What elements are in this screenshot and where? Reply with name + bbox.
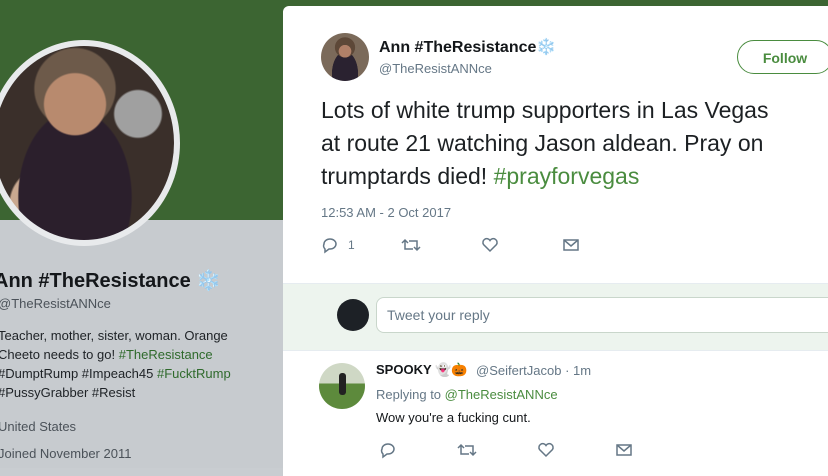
- tweet-text-line: trumptards died! #prayforvegas: [321, 160, 828, 193]
- heart-icon: [482, 237, 498, 253]
- retweet-action[interactable]: [457, 441, 477, 459]
- tweet-modal: Ann #TheResistance❄️ @TheResistANNce Fol…: [283, 6, 828, 476]
- avatar-figure: [339, 373, 346, 395]
- author-handle[interactable]: @TheResistANNce: [379, 61, 492, 76]
- retweet-icon: [457, 443, 477, 457]
- profile-name: Ann #TheResistance ❄️: [0, 268, 221, 293]
- reply-count: 1: [348, 238, 355, 252]
- profile-bio: Teacher, mother, sister, woman. Orange C…: [0, 326, 238, 402]
- author-name[interactable]: Ann #TheResistance❄️: [379, 37, 556, 57]
- snowflake-icon: ❄️: [196, 270, 222, 292]
- bio-hashtag[interactable]: #TheResistance: [119, 347, 213, 362]
- reply-action[interactable]: [379, 441, 397, 459]
- reply-action[interactable]: 1: [321, 236, 355, 254]
- retweet-icon: [401, 238, 421, 252]
- bio-line: Teacher, mother, sister, woman. Orange: [0, 328, 228, 343]
- tweet-hashtag[interactable]: #prayforvegas: [494, 163, 640, 189]
- envelope-icon: [616, 444, 632, 456]
- follow-button[interactable]: Follow: [737, 40, 828, 74]
- retweet-action[interactable]: [401, 236, 421, 254]
- current-user-avatar: [337, 299, 369, 331]
- reply-icon: [380, 443, 395, 459]
- bio-line: #DumptRump #Impeach45: [0, 366, 154, 381]
- heart-icon: [538, 442, 554, 458]
- profile-handle: @TheResistANNce: [0, 296, 111, 311]
- like-action[interactable]: [481, 236, 499, 254]
- tweet-text-line: Lots of white trump supporters in Las Ve…: [321, 97, 769, 123]
- reply-author-avatar[interactable]: [319, 363, 365, 409]
- tweet-text-line: at route 21 watching Jason aldean. Pray …: [321, 130, 764, 156]
- tweet-text-segment: trumptards died!: [321, 163, 488, 189]
- bio-line: #PussyGrabber #Resist: [0, 385, 136, 400]
- reply-input[interactable]: Tweet your reply: [376, 297, 828, 333]
- tweet-text: Lots of white trump supporters in Las Ve…: [321, 94, 828, 193]
- tweet-timestamp[interactable]: 12:53 AM - 2 Oct 2017: [321, 205, 451, 220]
- profile-joined-date: Joined November 2011: [0, 446, 132, 461]
- profile-location: United States: [0, 419, 77, 434]
- reply-author-name-text: SPOOKY: [376, 362, 432, 377]
- like-action[interactable]: [537, 441, 555, 459]
- reply-author-name[interactable]: SPOOKY 👻🎃: [376, 362, 467, 378]
- divider: [283, 350, 828, 351]
- profile-avatar-image: [0, 46, 174, 240]
- reply-composer: Tweet your reply: [283, 284, 828, 350]
- author-avatar[interactable]: [321, 33, 369, 81]
- reply-icon: [322, 238, 337, 254]
- bio-hashtag[interactable]: #FucktRump: [157, 366, 231, 381]
- ghost-pumpkin-icon: 👻🎃: [435, 362, 468, 377]
- replying-to-link[interactable]: @TheResistANNce: [445, 387, 558, 402]
- replying-to-prefix: Replying to: [376, 387, 442, 402]
- message-action[interactable]: [562, 236, 580, 254]
- replying-to: Replying to @TheResistANNce: [376, 387, 558, 402]
- reply-text: Wow you're a fucking cunt.: [376, 410, 531, 425]
- envelope-icon: [563, 239, 579, 251]
- bio-line: Cheeto needs to go!: [0, 347, 116, 362]
- message-action[interactable]: [615, 441, 633, 459]
- author-name-text: Ann #TheResistance: [379, 39, 537, 56]
- profile-name-text: Ann #TheResistance: [0, 270, 191, 292]
- snowflake-icon: ❄️: [536, 39, 557, 56]
- reply-author-handle[interactable]: @SeifertJacob · 1m: [476, 363, 591, 378]
